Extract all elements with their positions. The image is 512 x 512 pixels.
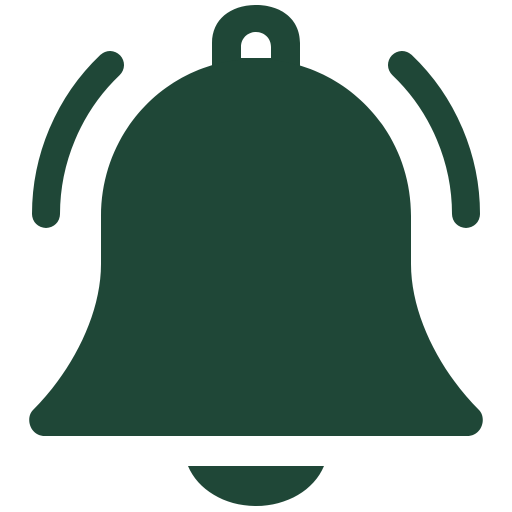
bell-hanger-loop [212, 5, 300, 66]
right-ring-arc [388, 51, 480, 228]
bell-body [29, 59, 483, 436]
left-ring-arc [32, 51, 124, 228]
bell-icon [29, 5, 483, 506]
bell-clapper [188, 466, 324, 506]
icon-canvas [0, 0, 512, 512]
